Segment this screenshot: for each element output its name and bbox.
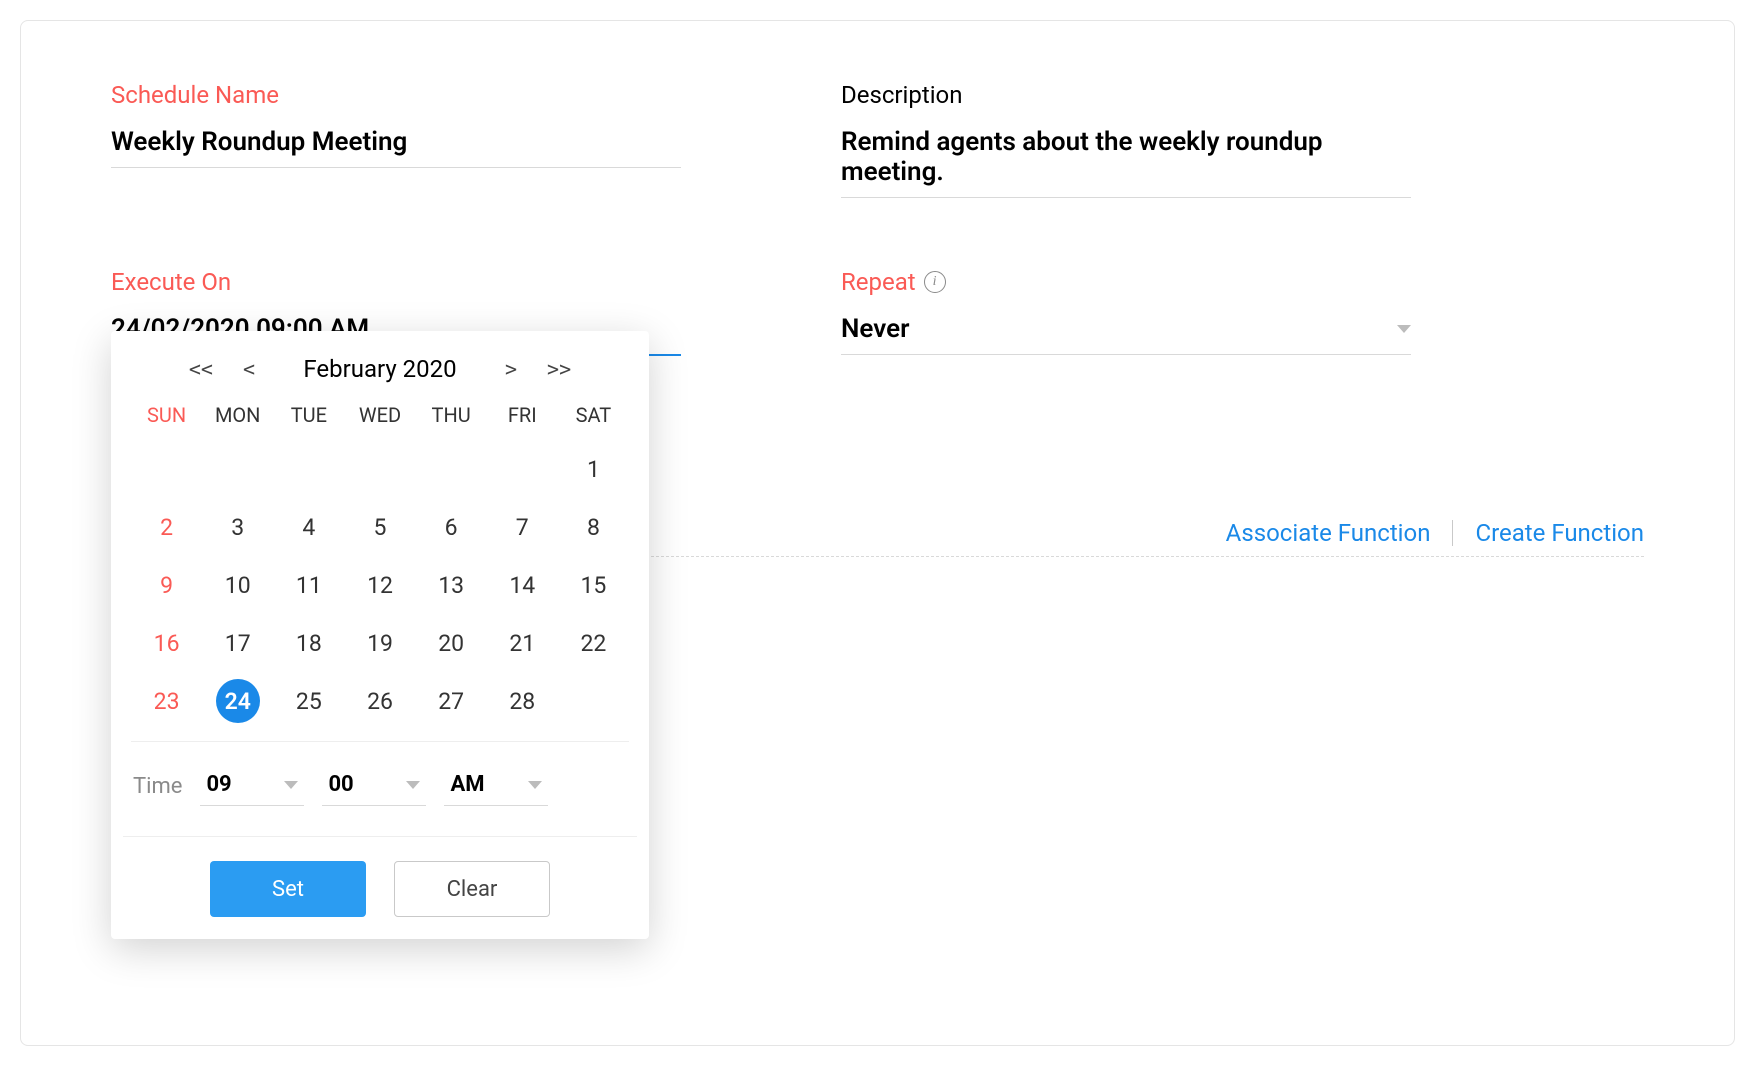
calendar-empty-cell <box>131 447 202 491</box>
calendar-day[interactable]: 9 <box>131 563 202 607</box>
next-year-button[interactable]: >> <box>547 357 571 381</box>
repeat-label-text: Repeat <box>841 268 916 296</box>
schedule-form: Schedule Name Weekly Roundup Meeting Des… <box>20 20 1735 1046</box>
calendar-day[interactable]: 2 <box>131 505 202 549</box>
calendar-day[interactable]: 12 <box>344 563 415 607</box>
repeat-label: Repeat i <box>841 268 1411 296</box>
repeat-group: Repeat i Never <box>841 268 1411 356</box>
repeat-value: Never <box>841 314 909 344</box>
schedule-name-label: Schedule Name <box>111 81 681 109</box>
next-month-button[interactable]: > <box>505 357 517 381</box>
calendar-day[interactable]: 15 <box>558 563 629 607</box>
calendar-day[interactable]: 24 <box>216 679 260 723</box>
time-label: Time <box>133 774 182 799</box>
calendar-day[interactable]: 4 <box>273 505 344 549</box>
weekday-header: SAT <box>558 403 629 433</box>
weekday-header: MON <box>202 403 273 433</box>
weekday-header: SUN <box>131 403 202 433</box>
chevron-down-icon <box>528 781 542 789</box>
calendar-day[interactable]: 19 <box>344 621 415 665</box>
calendar-day[interactable]: 18 <box>273 621 344 665</box>
time-row: Time 09 00 AM <box>123 742 637 806</box>
chevron-down-icon <box>406 781 420 789</box>
period-value: AM <box>450 772 484 797</box>
date-time-picker: << < February 2020 > >> SUNMONTUEWEDTHUF… <box>111 331 649 939</box>
period-select[interactable]: AM <box>444 766 548 806</box>
calendar-day[interactable]: 21 <box>487 621 558 665</box>
weekday-header: THU <box>416 403 487 433</box>
calendar-day[interactable]: 17 <box>202 621 273 665</box>
calendar-title: February 2020 <box>285 355 475 383</box>
prev-year-button[interactable]: << <box>189 357 213 381</box>
calendar-day[interactable]: 10 <box>202 563 273 607</box>
calendar-empty-cell <box>202 447 273 491</box>
calendar-day[interactable]: 6 <box>416 505 487 549</box>
calendar-day[interactable]: 1 <box>558 447 629 491</box>
hour-select[interactable]: 09 <box>200 766 304 806</box>
calendar-day[interactable]: 5 <box>344 505 415 549</box>
calendar-day[interactable]: 3 <box>202 505 273 549</box>
chevron-down-icon <box>284 781 298 789</box>
function-links: Associate Function Create Function <box>1226 519 1644 547</box>
calendar-day[interactable]: 8 <box>558 505 629 549</box>
calendar-day[interactable]: 20 <box>416 621 487 665</box>
create-function-link[interactable]: Create Function <box>1475 519 1644 547</box>
calendar-day[interactable]: 26 <box>344 679 415 723</box>
hour-value: 09 <box>206 772 231 797</box>
calendar-day[interactable]: 14 <box>487 563 558 607</box>
calendar-day[interactable]: 27 <box>416 679 487 723</box>
calendar-day[interactable]: 28 <box>487 679 558 723</box>
link-divider <box>1452 520 1453 546</box>
chevron-down-icon <box>1397 325 1411 333</box>
set-button[interactable]: Set <box>210 861 366 917</box>
weekday-header: FRI <box>487 403 558 433</box>
calendar-day[interactable]: 22 <box>558 621 629 665</box>
associate-function-link[interactable]: Associate Function <box>1226 519 1431 547</box>
description-input[interactable]: Remind agents about the weekly roundup m… <box>841 127 1411 198</box>
info-icon[interactable]: i <box>924 271 946 293</box>
calendar-day[interactable]: 11 <box>273 563 344 607</box>
execute-on-group: Execute On 24/02/2020 09:00 AM << < Febr… <box>111 268 681 356</box>
calendar-day[interactable]: 25 <box>273 679 344 723</box>
row-2: Execute On 24/02/2020 09:00 AM << < Febr… <box>111 268 1644 356</box>
description-group: Description Remind agents about the week… <box>841 81 1411 198</box>
weekday-header: WED <box>344 403 415 433</box>
execute-on-label: Execute On <box>111 268 681 296</box>
weekday-header: TUE <box>273 403 344 433</box>
schedule-name-input[interactable]: Weekly Roundup Meeting <box>111 127 681 168</box>
calendar-day[interactable]: 7 <box>487 505 558 549</box>
description-label: Description <box>841 81 1411 109</box>
calendar-day[interactable]: 16 <box>131 621 202 665</box>
clear-button[interactable]: Clear <box>394 861 550 917</box>
calendar-empty-cell <box>344 447 415 491</box>
calendar-buttons: Set Clear <box>123 836 637 917</box>
calendar-grid: SUNMONTUEWEDTHUFRISAT1234567891011121314… <box>123 403 637 723</box>
calendar-empty-cell <box>273 447 344 491</box>
calendar-empty-cell <box>558 679 629 723</box>
repeat-select[interactable]: Never <box>841 314 1411 355</box>
calendar-day[interactable]: 23 <box>131 679 202 723</box>
calendar-empty-cell <box>416 447 487 491</box>
calendar-empty-cell <box>487 447 558 491</box>
prev-month-button[interactable]: < <box>243 357 255 381</box>
calendar-header: << < February 2020 > >> <box>123 355 637 383</box>
calendar-day[interactable]: 13 <box>416 563 487 607</box>
minute-value: 00 <box>328 772 353 797</box>
minute-select[interactable]: 00 <box>322 766 426 806</box>
row-1: Schedule Name Weekly Roundup Meeting Des… <box>111 81 1644 198</box>
schedule-name-group: Schedule Name Weekly Roundup Meeting <box>111 81 681 198</box>
